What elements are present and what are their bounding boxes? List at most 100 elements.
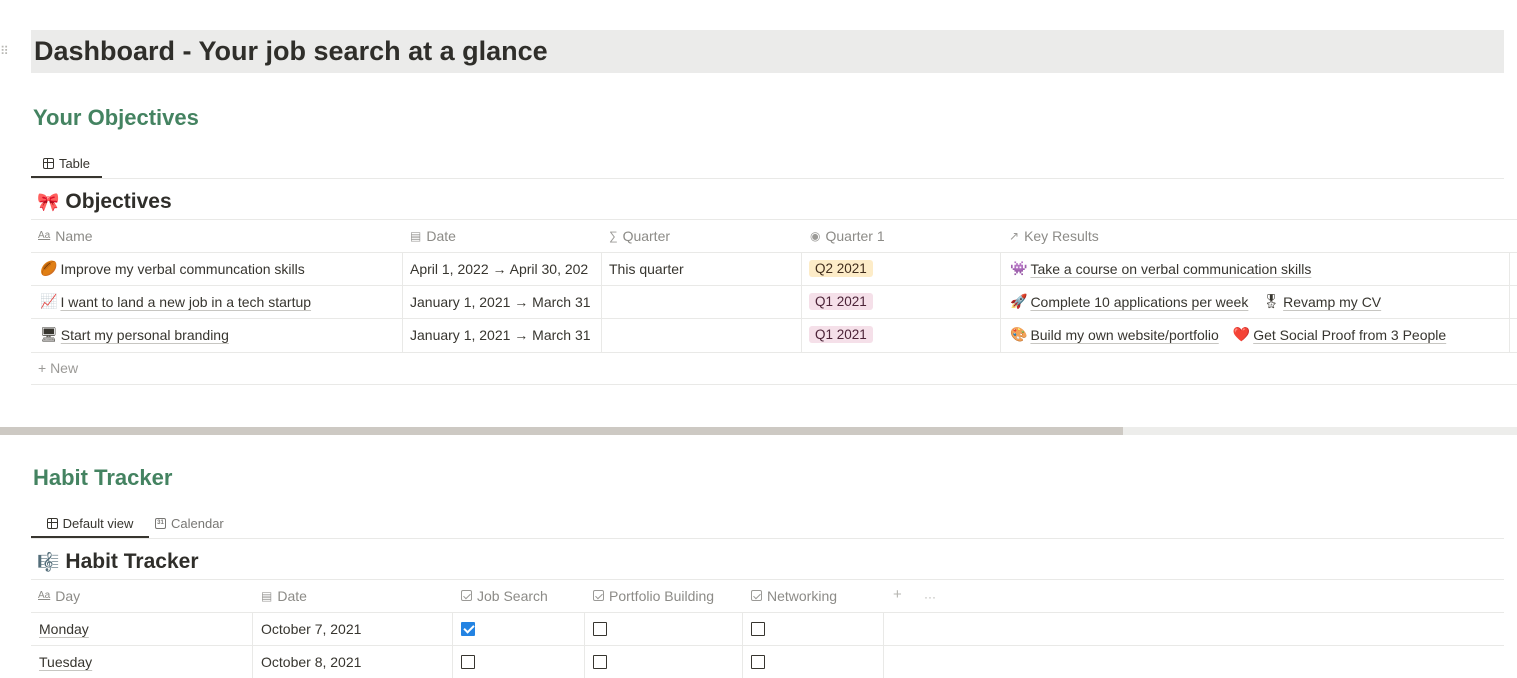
- divider: [31, 352, 1517, 353]
- objectives-database-title[interactable]: 🎀 Objectives: [37, 190, 172, 214]
- portfolio-checkbox[interactable]: [593, 621, 607, 636]
- quarter-tag: Q2 2021: [809, 260, 873, 277]
- text-property-icon: Aa: [38, 230, 51, 241]
- scrollbar-thumb[interactable]: [0, 427, 1123, 435]
- table-cell-key-results[interactable]: 🚀 Complete 10 applications per week 🎖 Re…: [1010, 285, 1509, 318]
- tab-default-view[interactable]: Default view: [31, 510, 149, 538]
- table-cell-key-results[interactable]: 👾 Take a course on verbal communication …: [1010, 252, 1509, 285]
- new-row-button[interactable]: + New: [38, 360, 78, 376]
- quarter-tag: Q1 2021: [809, 293, 873, 310]
- networking-checkbox[interactable]: [751, 654, 765, 669]
- table-row-name[interactable]: 🖥 Start my personal branding: [40, 318, 400, 351]
- database-title-text: Habit Tracker: [65, 550, 199, 573]
- key-result-link[interactable]: ❤️ Get Social Proof from 3 People: [1233, 326, 1446, 343]
- tab-label: Table: [58, 155, 91, 171]
- database-title-text: Objectives: [65, 190, 172, 213]
- divider: [742, 612, 743, 678]
- column-header-date[interactable]: ▤ Date: [410, 219, 456, 252]
- divider: [584, 612, 585, 678]
- table-cell-job-search: [461, 645, 581, 678]
- table-cell-date[interactable]: January 1, 2021 → March 31: [410, 318, 600, 351]
- palette-icon: 🎨: [1010, 326, 1028, 342]
- calendar-icon: ▤: [261, 588, 273, 603]
- column-header-portfolio-building[interactable]: Portfolio Building: [593, 579, 714, 612]
- key-result-link[interactable]: 🎨 Build my own website/portfolio: [1010, 326, 1219, 343]
- networking-checkbox[interactable]: [751, 621, 765, 636]
- divider: [252, 612, 253, 678]
- more-options-icon[interactable]: ···: [924, 590, 936, 604]
- tab-calendar[interactable]: 31 Calendar: [155, 510, 224, 537]
- objectives-view-tabs: Table: [31, 150, 1504, 179]
- column-header-name[interactable]: Aa Name: [38, 219, 93, 252]
- key-result-link[interactable]: 🚀 Complete 10 applications per week: [1010, 293, 1248, 310]
- key-result-link[interactable]: 🎖 Revamp my CV: [1262, 293, 1381, 310]
- divider: [801, 252, 802, 352]
- chart-increasing-icon: 📈: [40, 293, 58, 309]
- formula-icon: ∑: [609, 228, 618, 243]
- divider: [31, 384, 1517, 385]
- habit-view-tabs: Default view 31 Calendar: [31, 510, 1504, 539]
- column-header-job-search[interactable]: Job Search: [461, 579, 548, 612]
- heart-icon: ❤️: [1232, 326, 1251, 342]
- portfolio-checkbox[interactable]: [593, 654, 607, 669]
- table-row-name[interactable]: 📈 I want to land a new job in a tech sta…: [40, 285, 400, 318]
- table-row-name[interactable]: 🏉 Improve my verbal communcation skills: [40, 252, 400, 285]
- checkbox-icon: [593, 590, 604, 601]
- habit-database-title[interactable]: 🎼 Habit Tracker: [37, 550, 199, 574]
- table-cell-quarter-1[interactable]: Q2 2021: [809, 252, 999, 285]
- ribbon-icon: 🎀: [37, 191, 60, 212]
- table-cell-key-results[interactable]: 🎨 Build my own website/portfolio ❤️ Get …: [1010, 318, 1509, 351]
- table-row-day[interactable]: Monday: [39, 612, 249, 645]
- drag-handle-icon[interactable]: ⠿: [0, 44, 10, 58]
- column-header-day[interactable]: Aa Day: [38, 579, 80, 612]
- divider: [452, 612, 453, 678]
- rocket-icon: 🚀: [1010, 293, 1028, 309]
- calendar-icon: ▤: [410, 228, 422, 243]
- divider: [601, 252, 602, 352]
- add-property-button[interactable]: +: [893, 586, 902, 603]
- table-row-day[interactable]: Tuesday: [39, 645, 249, 678]
- table-cell-job-search: [461, 612, 581, 645]
- table-cell-quarter[interactable]: This quarter: [609, 252, 799, 285]
- relation-arrow-icon: ↗: [1009, 228, 1020, 243]
- rugby-ball-icon: 🏉: [40, 260, 58, 276]
- table-cell-date[interactable]: October 8, 2021: [261, 645, 451, 678]
- text-property-icon: Aa: [38, 590, 51, 601]
- divider: [1000, 252, 1001, 352]
- job-search-checkbox[interactable]: [461, 621, 475, 636]
- habit-tracker-heading[interactable]: Habit Tracker: [33, 465, 172, 491]
- table-cell-quarter[interactable]: [609, 285, 799, 318]
- divider: [1509, 252, 1510, 352]
- medal-icon: 🎖: [1262, 293, 1281, 309]
- quarter-tag: Q1 2021: [809, 326, 873, 343]
- column-header-networking[interactable]: Networking: [751, 579, 837, 612]
- table-cell-date[interactable]: October 7, 2021: [261, 612, 451, 645]
- divider: [402, 252, 403, 352]
- select-icon: ◉: [810, 228, 821, 243]
- table-cell-quarter[interactable]: [609, 318, 799, 351]
- table-cell-quarter-1[interactable]: Q1 2021: [809, 285, 999, 318]
- divider: [31, 219, 1517, 220]
- table-cell-quarter-1[interactable]: Q1 2021: [809, 318, 999, 351]
- column-header-quarter[interactable]: ∑ Quarter: [609, 219, 670, 252]
- tab-table[interactable]: Table: [31, 150, 102, 178]
- table-cell-portfolio: [593, 612, 733, 645]
- key-result-link[interactable]: 👾 Take a course on verbal communication …: [1010, 260, 1311, 277]
- column-header-key-results[interactable]: ↗ Key Results: [1009, 219, 1099, 252]
- page-title[interactable]: Dashboard - Your job search at a glance: [34, 36, 548, 67]
- objectives-heading[interactable]: Your Objectives: [33, 105, 199, 131]
- table-icon: [42, 157, 54, 169]
- checkbox-icon: [751, 590, 762, 601]
- musical-score-icon: 🎼: [37, 551, 60, 572]
- desktop-computer-icon: 🖥: [40, 326, 58, 342]
- table-cell-portfolio: [593, 645, 733, 678]
- table-cell-networking: [751, 612, 871, 645]
- column-header-date[interactable]: ▤ Date: [261, 579, 307, 612]
- column-header-quarter-1[interactable]: ◉ Quarter 1: [810, 219, 885, 252]
- table-cell-date[interactable]: January 1, 2021 → March 31: [410, 285, 600, 318]
- checkbox-icon: [461, 590, 472, 601]
- job-search-checkbox[interactable]: [461, 654, 475, 669]
- calendar-icon: 31: [155, 518, 166, 529]
- table-cell-date[interactable]: April 1, 2022 → April 30, 202: [410, 252, 600, 285]
- table-cell-networking: [751, 645, 871, 678]
